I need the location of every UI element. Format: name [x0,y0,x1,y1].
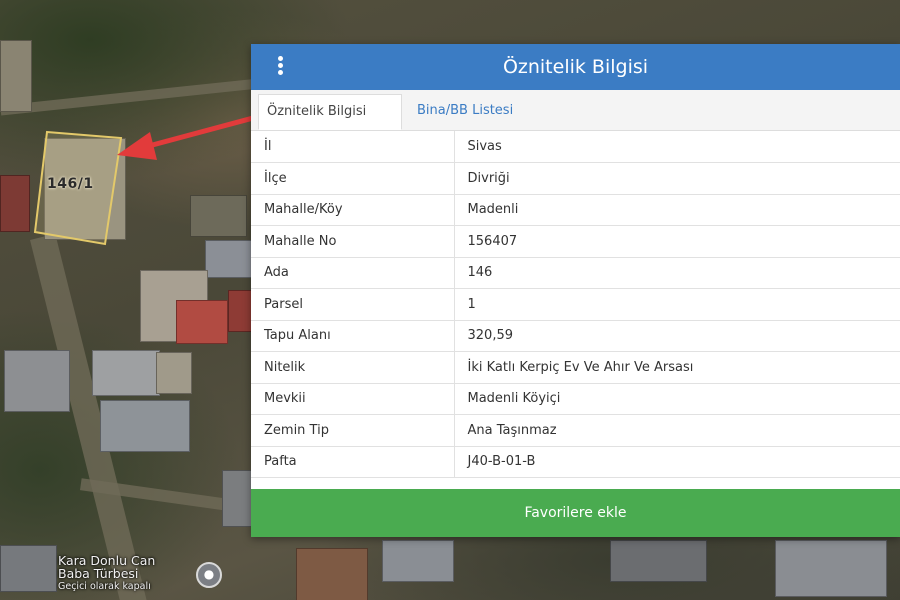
row-key: Tapu Alanı [251,320,455,352]
map-building [222,470,253,527]
map-building [228,290,253,332]
row-value: 1 [454,288,900,321]
map-building [775,540,887,597]
parcel-label: 146/1 [47,176,94,192]
map-building [296,548,368,600]
table-row: Pafta J40-B-01-B [251,446,900,478]
row-value: Ana Taşınmaz [454,414,900,447]
row-key: Ada [251,257,455,289]
table-row: Mevkii Madenli Köyiçi [251,383,900,415]
map-building [92,350,160,396]
table-row: İl Sivas [251,131,900,163]
map-pin-icon[interactable]: ● [196,562,222,588]
row-value: 320,59 [454,320,900,352]
map-building [4,350,70,412]
row-value: Madenli Köyiçi [454,383,900,415]
row-key: Mahalle/Köy [251,194,455,226]
map-building [0,40,32,112]
attribute-table: İl Sivas İlçe Divriği Mahalle/Köy Madenli M… [251,131,900,478]
map-building [205,240,253,278]
table-row: Nitelik İki Katlı Kerpiç Ev Ve Ahır Ve Ar… [251,351,900,384]
table-row: Mahalle/Köy Madenli [251,194,900,226]
table-row: Zemin Tip Ana Taşınmaz [251,414,900,447]
map-building [0,175,30,232]
row-value: İki Katlı Kerpiç Ev Ve Ahır Ve Arsası [454,351,900,384]
row-key: Nitelik [251,351,455,384]
row-key: İl [251,131,455,163]
row-key: Mahalle No [251,225,455,258]
table-row: İlçe Divriği [251,162,900,195]
add-favorite-button[interactable]: Favorilere ekle [251,489,900,537]
row-value: Madenli [454,194,900,226]
row-value: Divriği [454,162,900,195]
table-row: Tapu Alanı 320,59 [251,320,900,352]
row-value: 146 [454,257,900,289]
table-row: Ada 146 [251,257,900,289]
parcel-outline[interactable]: 146/1 [33,128,125,246]
table-row: Parsel 1 [251,288,900,321]
row-key: Zemin Tip [251,414,455,447]
tab-attributes[interactable]: Öznitelik Bilgisi [258,94,402,130]
row-value: J40-B-01-B [454,446,900,478]
map-building [156,352,192,394]
panel-title: Öznitelik Bilgisi [502,56,649,78]
row-key: Pafta [251,446,455,478]
attribute-panel: Öznitelik Bilgisi Öznitelik Bilgisi Bina… [251,44,900,537]
row-key: İlçe [251,162,455,195]
row-key: Parsel [251,288,455,321]
map-building [610,540,707,582]
row-value: Sivas [454,131,900,163]
panel-header: Öznitelik Bilgisi [251,44,900,90]
map-building [176,300,228,344]
row-value: 156407 [454,225,900,258]
tab-bar: Öznitelik Bilgisi Bina/BB Listesi [251,90,900,131]
map-building [382,540,454,582]
map-building [0,545,57,592]
row-key: Mevkii [251,383,455,415]
map-building [190,195,247,237]
tab-building-list[interactable]: Bina/BB Listesi [409,94,521,130]
map-building [100,400,190,452]
map-road [0,78,260,116]
table-row: Mahalle No 156407 [251,225,900,258]
